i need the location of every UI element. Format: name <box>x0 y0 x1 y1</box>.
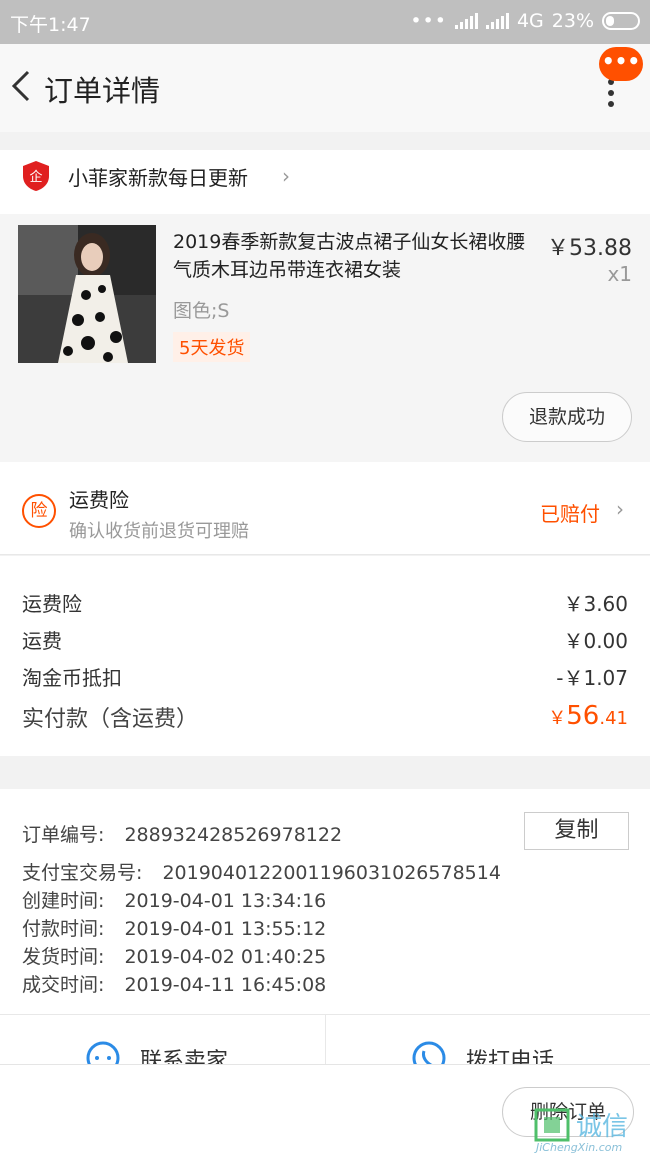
contact-seller-button[interactable]: 联系卖家 <box>0 1015 325 1066</box>
product-price: ￥53.88 <box>547 236 632 261</box>
fee-value: ￥3.60 <box>563 592 628 616</box>
fee-row: 淘金币抵扣 -￥1.07 <box>22 662 628 692</box>
total-amount: ￥56.41 <box>548 701 628 731</box>
signal-icon-2 <box>485 13 509 29</box>
product-image[interactable] <box>18 225 156 363</box>
nav-bar: 订单详情 <box>0 44 650 132</box>
insurance-status: 已赔付 <box>540 502 600 526</box>
shipped-label: 发货时间: <box>22 946 105 968</box>
total-currency: ￥ <box>548 708 567 729</box>
shop-logo-icon: 企 <box>23 161 49 191</box>
call-phone-button[interactable]: 拨打电话 <box>325 1015 650 1066</box>
fee-label: 运费险 <box>22 592 82 616</box>
back-arrow-icon[interactable] <box>8 66 38 106</box>
dots-icon: ••• <box>410 10 447 32</box>
contact-row: 联系卖家 拨打电话 <box>0 1014 650 1066</box>
shop-row[interactable]: 企 小菲家新款每日更新 › <box>0 150 650 214</box>
completed-label: 成交时间: <box>22 974 105 996</box>
paid-label: 付款时间: <box>22 918 105 940</box>
watermark-name: 诚信 <box>576 1112 629 1142</box>
product-quantity: x1 <box>607 262 632 286</box>
watermark-url: JiChengXin.com <box>536 1141 623 1154</box>
completed-time-row: 成交时间: 2019-04-11 16:45:08 <box>22 970 326 997</box>
insurance-subtitle: 确认收货前退货可理赔 <box>69 521 249 542</box>
chevron-right-icon: › <box>282 164 290 188</box>
refund-status-button[interactable]: 退款成功 <box>502 392 632 442</box>
shop-name: 小菲家新款每日更新 <box>68 166 248 190</box>
signal-icon <box>454 13 478 29</box>
more-menu-button[interactable]: ••• <box>599 47 643 81</box>
call-phone-label: 拨打电话 <box>466 1049 555 1066</box>
product-card[interactable]: 2019春季新款复古波点裙子仙女长裙收腰气质木耳边吊带连衣裙女装 ￥53.88 … <box>0 214 650 462</box>
chat-icon <box>86 1041 120 1066</box>
created-time-row: 创建时间: 2019-04-01 13:34:16 <box>22 886 326 913</box>
product-sku: 图色;S <box>173 300 230 322</box>
total-row: 实付款（含运费） ￥56.41 <box>22 701 628 737</box>
status-time: 下午1:47 <box>10 14 91 36</box>
order-info: 订单编号: 288932428526978122 复制 支付宝交易号: 2019… <box>0 789 650 1014</box>
fee-row: 运费险 ￥3.60 <box>22 588 628 618</box>
page-title: 订单详情 <box>44 74 161 108</box>
order-number-row: 订单编号: 288932428526978122 <box>22 820 342 847</box>
more-vertical-icon[interactable] <box>606 78 616 108</box>
battery-icon <box>602 12 640 30</box>
fee-row: 运费 ￥0.00 <box>22 625 628 655</box>
copy-button[interactable]: 复制 <box>524 812 629 850</box>
watermark-logo-icon <box>534 1108 570 1142</box>
shipping-tag: 5天发货 <box>173 332 251 362</box>
shipped-time-row: 发货时间: 2019-04-02 01:40:25 <box>22 942 326 969</box>
phone-icon <box>412 1041 446 1066</box>
fee-label: 运费 <box>22 629 62 653</box>
fee-summary: 运费险 ￥3.60 运费 ￥0.00 淘金币抵扣 -￥1.07 实付款（含运费）… <box>0 556 650 756</box>
fee-label: 淘金币抵扣 <box>22 666 122 690</box>
paid-time: 2019-04-01 13:55:12 <box>124 918 327 940</box>
battery-percent: 23% <box>551 10 594 32</box>
alipay-label: 支付宝交易号: <box>22 862 143 884</box>
product-title[interactable]: 2019春季新款复古波点裙子仙女长裙收腰气质木耳边吊带连衣裙女装 <box>173 228 533 284</box>
created-label: 创建时间: <box>22 890 105 912</box>
created-time: 2019-04-01 13:34:16 <box>124 890 327 912</box>
total-label: 实付款（含运费） <box>22 707 199 732</box>
completed-time: 2019-04-11 16:45:08 <box>124 974 327 996</box>
order-number: 288932428526978122 <box>124 824 343 846</box>
paid-time-row: 付款时间: 2019-04-01 13:55:12 <box>22 914 326 941</box>
order-number-label: 订单编号: <box>22 824 105 846</box>
fee-value: ￥0.00 <box>563 629 628 653</box>
watermark: 诚信 JiChengXin.com <box>532 1104 650 1155</box>
insurance-icon: 险 <box>22 494 56 528</box>
total-integer: 56 <box>566 701 600 731</box>
contact-seller-label: 联系卖家 <box>140 1049 229 1066</box>
fee-value: -￥1.07 <box>556 666 628 690</box>
alipay-number-row: 支付宝交易号: 2019040122001196031026578514 <box>22 858 501 885</box>
svg-text:企: 企 <box>29 169 42 185</box>
chevron-right-icon: › <box>616 497 624 521</box>
status-icons: ••• 4G 23% <box>410 10 640 32</box>
status-bar: 下午1:47 ••• 4G 23% <box>0 0 650 44</box>
insurance-title: 运费险 <box>69 488 129 512</box>
network-type: 4G <box>516 10 544 32</box>
total-decimal: .41 <box>599 708 628 729</box>
shipping-insurance-row[interactable]: 险 运费险 确认收货前退货可理赔 已赔付 › <box>0 462 650 555</box>
alipay-number: 2019040122001196031026578514 <box>162 862 501 884</box>
shipped-time: 2019-04-02 01:40:25 <box>124 946 327 968</box>
